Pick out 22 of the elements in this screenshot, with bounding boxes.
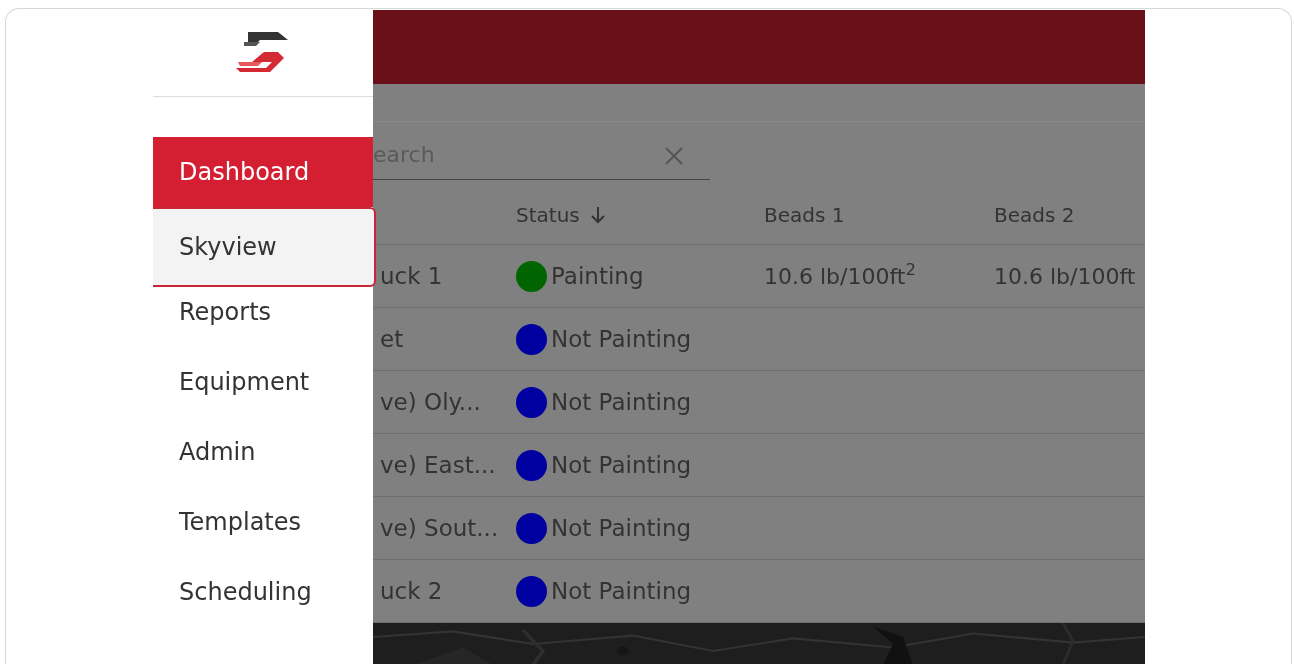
sidebar-item[interactable]: Templates	[153, 487, 373, 557]
table-cell: uck 2	[380, 577, 443, 604]
close-icon[interactable]	[664, 146, 684, 166]
sidebar-item[interactable]: Scheduling	[153, 557, 373, 627]
status-text: Painting	[551, 261, 644, 291]
status-text: Not Painting	[551, 576, 692, 606]
sidebar-item[interactable]: Dashboard	[153, 137, 373, 207]
table-cell: uck 1	[380, 262, 443, 289]
table-cell: ve) Sout...	[380, 514, 499, 541]
sidebar-item[interactable]: Admin	[153, 417, 373, 487]
sort-arrow-icon[interactable]	[589, 205, 606, 224]
table-cell: 10.6 lb/100ft$^{2}$	[764, 263, 916, 289]
table-cell: et	[380, 325, 404, 352]
status-text: Not Painting	[551, 324, 692, 354]
status-text: Not Painting	[551, 450, 692, 480]
table-cell: ve) Oly...	[380, 388, 481, 415]
sidebar-item[interactable]: Equipment	[153, 347, 373, 417]
table-cell: ve) East...	[380, 451, 496, 478]
table-cell: 10.6 lb/100ft	[994, 263, 1136, 289]
status-text: Not Painting	[551, 513, 692, 543]
sidebar-item[interactable]: Skyview	[153, 207, 376, 287]
status-text: Not Painting	[551, 387, 692, 417]
